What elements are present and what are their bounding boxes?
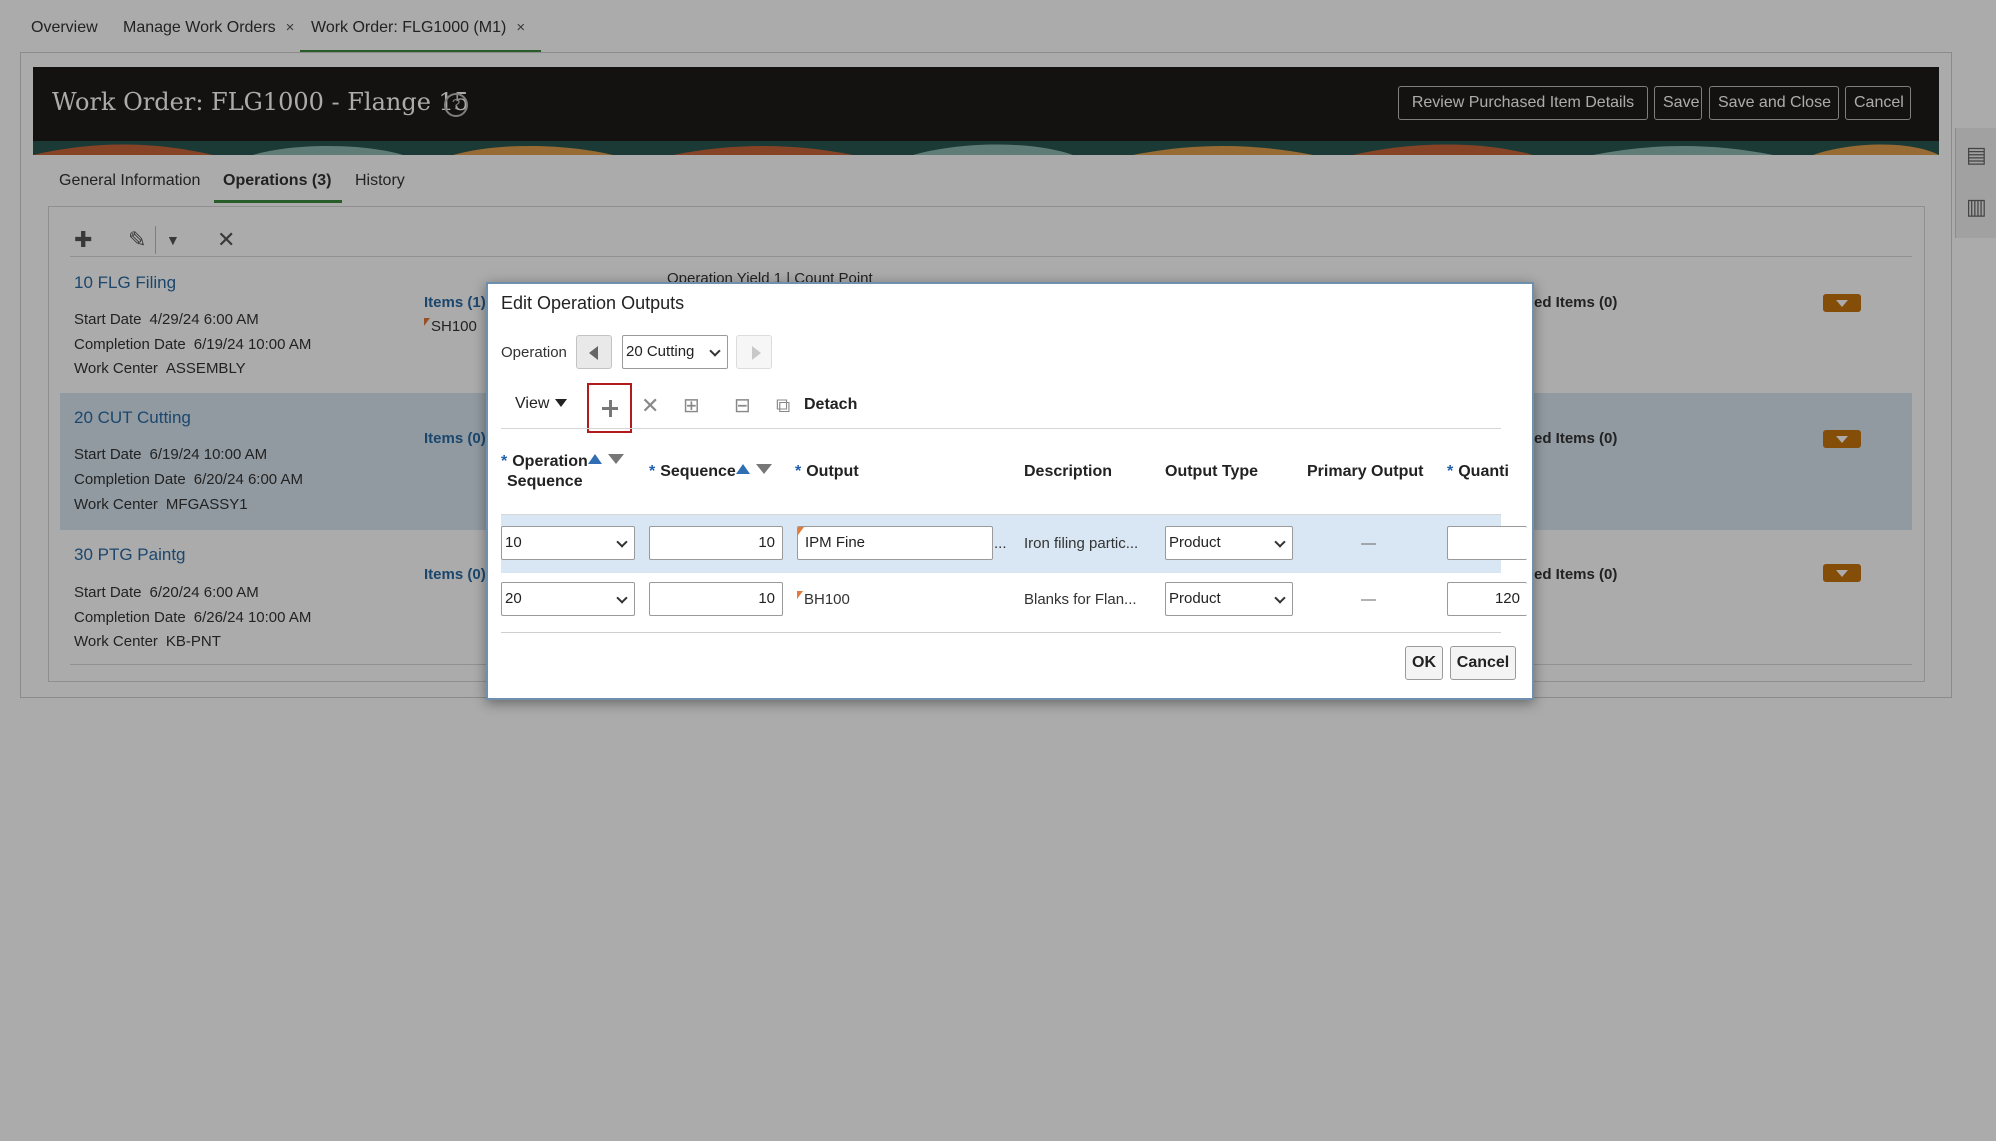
quantity-input[interactable]: 120 [1447,582,1527,616]
edit-operation-outputs-dialog: Edit Operation Outputs Operation 20 Cutt… [486,282,1534,700]
primary-output-value: — [1361,591,1376,608]
select-value: 10 [505,534,522,551]
toolbar-separator [501,428,1501,429]
header-text: Sequence [660,463,736,480]
required-icon: * [1447,463,1454,480]
next-operation-button[interactable] [736,335,772,369]
view-menu[interactable]: View [515,395,568,413]
select-value: Product [1169,590,1221,607]
chevron-down-icon [1274,592,1286,604]
output-text: BH100 [797,591,850,608]
flag-icon [797,591,803,599]
output-value: IPM Fine [805,534,866,551]
operation-sequence-select[interactable]: 20 [501,582,635,616]
required-icon: * [501,453,508,470]
chevron-down-icon [1274,536,1286,548]
sort-descending-icon[interactable] [607,454,624,464]
detach-icon[interactable]: ⧉ [776,395,790,417]
output-value: BH100 [804,591,850,608]
operation-select-value: 20 Cutting [626,343,695,360]
sequence-input[interactable]: 10 [649,582,783,616]
chevron-down-icon [616,536,628,548]
previous-operation-button[interactable] [576,335,612,369]
column-header-operation-sequence[interactable]: * Operation Sequence [501,452,624,492]
sort-descending-icon[interactable] [755,464,772,474]
column-header-quantity[interactable]: * Quanti [1447,462,1509,482]
dialog-title: Edit Operation Outputs [501,293,685,313]
header-text: Operation [512,453,588,470]
delete-icon[interactable]: ✕ [641,395,659,417]
quantity-input[interactable] [1447,526,1527,560]
column-header-primary-output[interactable]: Primary Output [1307,462,1423,482]
output-search-icon[interactable]: ... [994,535,1007,552]
sort-ascending-icon[interactable] [735,464,750,474]
table-bottom-separator [501,632,1501,633]
column-header-description[interactable]: Description [1024,462,1112,482]
column-header-sequence[interactable]: * Sequence [649,462,772,482]
dropdown-arrow-icon [555,399,568,407]
description-text: Blanks for Flan... [1024,591,1137,608]
chevron-down-icon [616,592,628,604]
column-header-output-type[interactable]: Output Type [1165,462,1258,482]
select-value: Product [1169,534,1221,551]
header-text: Sequence [507,473,583,490]
flag-icon [798,527,804,535]
operation-sequence-select[interactable]: 10 [501,526,635,560]
view-menu-label: View [515,395,550,412]
operation-label: Operation [501,344,567,361]
column-header-output[interactable]: * Output [795,462,859,482]
wrap-icon[interactable]: ⊟ [734,395,751,417]
header-text: Output [806,463,859,480]
primary-output-value: — [1361,535,1376,552]
dialog-cancel-button[interactable]: Cancel [1450,646,1516,680]
header-text: Quanti [1458,463,1509,480]
operation-select[interactable]: 20 Cutting [622,335,728,369]
required-icon: * [649,463,656,480]
detach-button[interactable]: Detach [804,396,857,414]
sort-ascending-icon[interactable] [587,454,602,464]
column-freeze-icon[interactable]: ⊞ [683,395,700,417]
output-type-select[interactable]: Product [1165,582,1293,616]
output-type-select[interactable]: Product [1165,526,1293,560]
ok-button[interactable]: OK [1405,646,1443,680]
select-value: 20 [505,590,522,607]
chevron-down-icon [709,345,721,357]
output-input[interactable]: IPM Fine [797,526,993,560]
required-icon: * [795,463,802,480]
description-text: Iron filing partic... [1024,535,1139,552]
add-row-button[interactable] [587,383,632,433]
sequence-input[interactable]: 10 [649,526,783,560]
